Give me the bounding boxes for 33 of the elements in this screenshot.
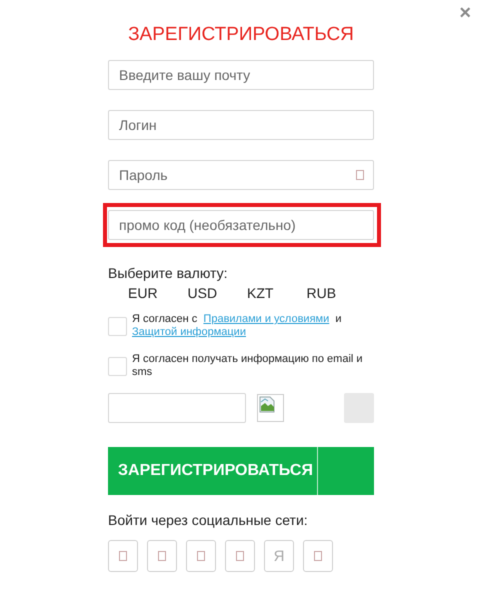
- agreement-text: Я согласен получать информацию по email и sms: [132, 353, 364, 379]
- agreement-text: Я согласен с Правилами и условиями и Защитой информации: [132, 313, 343, 339]
- missing-glyph-icon: [236, 551, 244, 561]
- social-login-button[interactable]: Я: [264, 540, 294, 572]
- currency-option[interactable]: KZT: [247, 285, 306, 301]
- social-login-button[interactable]: [108, 540, 138, 572]
- link[interactable]: Правилами и условиями: [203, 313, 330, 325]
- missing-glyph-icon: [197, 551, 205, 561]
- currency-option[interactable]: RUB: [306, 285, 366, 301]
- missing-glyph-icon: [119, 551, 127, 561]
- social-login-button[interactable]: [303, 540, 333, 572]
- missing-glyph-icon: [314, 551, 322, 561]
- captcha-field[interactable]: [108, 393, 246, 423]
- input-field[interactable]: Введите вашу почту: [108, 60, 374, 90]
- checkbox[interactable]: [108, 357, 127, 376]
- social-label: Войти через социальные сети:: [108, 512, 309, 528]
- input-field[interactable]: Логин: [108, 110, 374, 140]
- currency-option[interactable]: USD: [188, 285, 247, 301]
- currency-label: Выберите валюту:: [108, 265, 228, 281]
- broken-image-icon: [259, 396, 275, 413]
- register-button[interactable]: ЗАРЕГИСТРИРОВАТЬСЯ: [108, 447, 374, 495]
- link[interactable]: Защитой информации: [132, 326, 246, 338]
- social-login-button[interactable]: [147, 540, 177, 572]
- checkbox[interactable]: [108, 317, 127, 336]
- social-login-button[interactable]: [186, 540, 216, 572]
- close-button[interactable]: ×: [455, 2, 475, 24]
- social-login-button[interactable]: [225, 540, 255, 572]
- missing-glyph-icon: [158, 551, 166, 561]
- form-title: ЗАРЕГИСТРИРОВАТЬСЯ: [127, 24, 355, 46]
- input-field[interactable]: промо код (необязательно): [108, 210, 374, 240]
- missing-glyph-icon: [356, 170, 364, 180]
- currency-option[interactable]: EUR: [128, 285, 188, 301]
- password-field[interactable]: Пароль: [108, 160, 374, 190]
